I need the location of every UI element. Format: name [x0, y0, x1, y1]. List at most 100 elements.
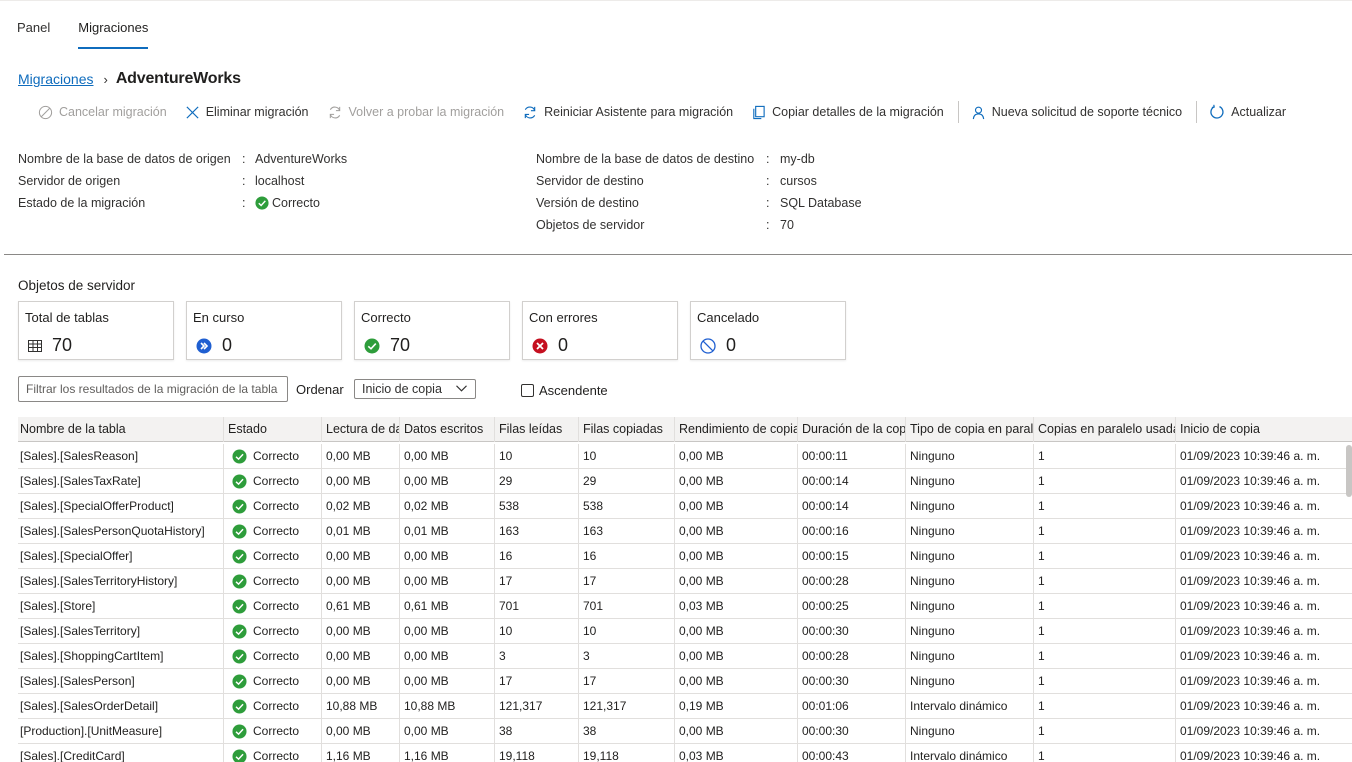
cell-table-name: [Production].[UnitMeasure] — [20, 724, 163, 738]
checkbox-box[interactable] — [521, 384, 534, 397]
column-header-data-written[interactable]: Datos escritos — [399, 417, 494, 442]
table-scrollbar[interactable] — [1346, 445, 1352, 497]
cancel-icon — [38, 105, 53, 119]
target-version-label: Versión de destino — [536, 196, 639, 210]
target-server-row: Servidor de destino : cursos — [536, 170, 862, 192]
cell-data-written: 0,61 MB — [399, 594, 494, 618]
table-row[interactable]: [Sales].[SalesTerritoryHistory] Correcto 0… — [18, 569, 1352, 594]
cell-rows-copied: 701 — [578, 594, 674, 618]
delete-migration-button[interactable]: Eliminar migración — [185, 105, 309, 120]
table-row[interactable]: [Sales].[SpecialOffer] Correcto 0,00 MB 0,0… — [18, 544, 1352, 569]
cell-rows-copied: 10 — [578, 444, 674, 468]
command-bar: Cancelar migración Eliminar migración Vo… — [38, 101, 1304, 123]
column-header-copy-duration[interactable]: Duración de la copia — [797, 417, 905, 442]
in-progress-value: 0 — [222, 335, 233, 355]
table-row[interactable]: [Sales].[ShoppingCartItem] Correcto 0,00 M… — [18, 644, 1352, 669]
table-row[interactable]: [Sales].[CreditCard] Correcto 1,16 MB 1,16 … — [18, 744, 1352, 762]
cancel-migration-label: Cancelar migración — [59, 105, 167, 119]
cell-parallel-copies-used: 1 — [1033, 569, 1175, 593]
cell-rows-copied: 19,118 — [578, 744, 674, 762]
column-header-table-name[interactable]: Nombre de la tabla — [18, 417, 223, 442]
filter-input[interactable] — [18, 376, 288, 402]
tab-panel[interactable]: Panel — [17, 17, 50, 49]
cell-status: Correcto — [223, 669, 321, 693]
total-tables-value-row: 70 — [28, 335, 72, 356]
table-row[interactable]: [Sales].[SalesReason] Correcto 0,00 MB 0,00… — [18, 444, 1352, 469]
restart-icon — [524, 106, 536, 118]
status-text: Correcto — [253, 499, 300, 513]
sort-dropdown[interactable]: Inicio de copia — [354, 379, 476, 399]
in-progress-icon — [196, 338, 212, 353]
cancel-migration-button[interactable]: Cancelar migración — [38, 105, 167, 120]
column-header-rows-read[interactable]: Filas leídas — [494, 417, 578, 442]
cell-data-written: 0,00 MB — [399, 669, 494, 693]
table-row[interactable]: [Sales].[SalesOrderDetail] Correcto 10,88 … — [18, 694, 1352, 719]
column-header-status[interactable]: Estado — [223, 417, 321, 442]
cell-copy-throughput: 0,00 MB — [674, 644, 797, 668]
cell-data-read: 0,00 MB — [321, 569, 399, 593]
copy-icon — [753, 105, 765, 119]
cell-status: Correcto — [223, 569, 321, 593]
table-row[interactable]: [Sales].[SalesTerritory] Correcto 0,00 MB 0… — [18, 619, 1352, 644]
cell-status: Correcto — [223, 494, 321, 518]
cell-rows-read: 10 — [494, 444, 578, 468]
cell-rows-read: 163 — [494, 519, 578, 543]
success-check-icon — [232, 498, 247, 514]
cell-copy-duration: 00:00:28 — [797, 644, 905, 668]
column-header-rows-copied[interactable]: Filas copiadas — [578, 417, 674, 442]
column-header-parallel-copies-used[interactable]: Copias en paralelo usadas — [1033, 417, 1175, 442]
cell-copy-throughput: 0,19 MB — [674, 694, 797, 718]
table-row[interactable]: [Sales].[Store] Correcto 0,61 MB 0,61 MB 701… — [18, 594, 1352, 619]
chevron-right-icon: › — [103, 71, 108, 87]
source-db-value: AdventureWorks — [255, 152, 348, 166]
status-text: Correcto — [253, 674, 300, 688]
cancelled-icon — [700, 337, 716, 354]
cell-table-name: [Sales].[SpecialOffer] — [20, 549, 133, 563]
success-check-icon — [232, 723, 247, 739]
retry-migration-label: Volver a probar la migración — [348, 105, 505, 119]
cell-copy-start: 01/09/2023 10:39:46 a. m. — [1175, 719, 1352, 743]
total-tables-card: Total de tablas 70 — [18, 301, 174, 360]
cell-status: Correcto — [223, 694, 321, 718]
success-check-icon — [232, 698, 247, 714]
column-header-copy-start[interactable]: Inicio de copia — [1175, 417, 1352, 442]
table-row[interactable]: [Sales].[SalesPersonQuotaHistory] Correct… — [18, 519, 1352, 544]
column-header-copy-throughput[interactable]: Rendimiento de copia — [674, 417, 797, 442]
cell-copy-duration: 00:00:43 — [797, 744, 905, 762]
copy-details-button[interactable]: Copiar detalles de la migración — [751, 105, 944, 120]
support-request-button[interactable]: Nueva solicitud de soporte técnico — [971, 105, 1182, 120]
cell-copy-duration: 00:00:30 — [797, 719, 905, 743]
cell-rows-copied: 3 — [578, 644, 674, 668]
server-objects-value: 70 — [780, 218, 794, 232]
table-row[interactable]: [Sales].[SalesPerson] Correcto 0,00 MB 0,00… — [18, 669, 1352, 694]
breadcrumb-link-migraciones[interactable]: Migraciones — [18, 71, 93, 87]
source-server-label: Servidor de origen — [18, 174, 121, 188]
table-row[interactable]: [Sales].[SpecialOfferProduct] Correcto 0,0… — [18, 494, 1352, 519]
errors-value: 0 — [558, 335, 569, 355]
cell-data-written: 0,00 MB — [399, 444, 494, 468]
status-text: Correcto — [253, 449, 300, 463]
cell-data-written: 0,00 MB — [399, 619, 494, 643]
retry-migration-button[interactable]: Volver a probar la migración — [327, 105, 505, 120]
column-header-data-read[interactable]: Lectura de datos — [321, 417, 399, 442]
sort-dropdown-value: Inicio de copia — [362, 382, 442, 396]
ascending-checkbox[interactable]: Ascendente — [521, 383, 608, 398]
ascending-label: Ascendente — [539, 383, 608, 398]
refresh-button[interactable]: Actualizar — [1209, 104, 1286, 120]
cell-rows-read: 3 — [494, 644, 578, 668]
column-header-parallel-copy-type[interactable]: Tipo de copia en paralelo — [905, 417, 1033, 442]
table-row[interactable]: [Production].[UnitMeasure] Correcto 0,00 M… — [18, 719, 1352, 744]
status-text: Correcto — [253, 549, 300, 563]
cell-parallel-copies-used: 1 — [1033, 744, 1175, 762]
table-row[interactable]: [Sales].[SalesTaxRate] Correcto 0,00 MB 0,0… — [18, 469, 1352, 494]
cell-rows-copied: 38 — [578, 719, 674, 743]
success-check-icon — [232, 523, 247, 539]
cell-copy-throughput: 0,00 MB — [674, 569, 797, 593]
status-text: Correcto — [253, 574, 300, 588]
total-tables-title: Total de tablas — [25, 310, 109, 325]
cell-status: Correcto — [223, 644, 321, 668]
cell-status: Correcto — [223, 619, 321, 643]
restart-wizard-button[interactable]: Reiniciar Asistente para migración — [522, 105, 733, 120]
cell-data-read: 10,88 MB — [321, 694, 399, 718]
tab-migraciones[interactable]: Migraciones — [78, 17, 149, 49]
